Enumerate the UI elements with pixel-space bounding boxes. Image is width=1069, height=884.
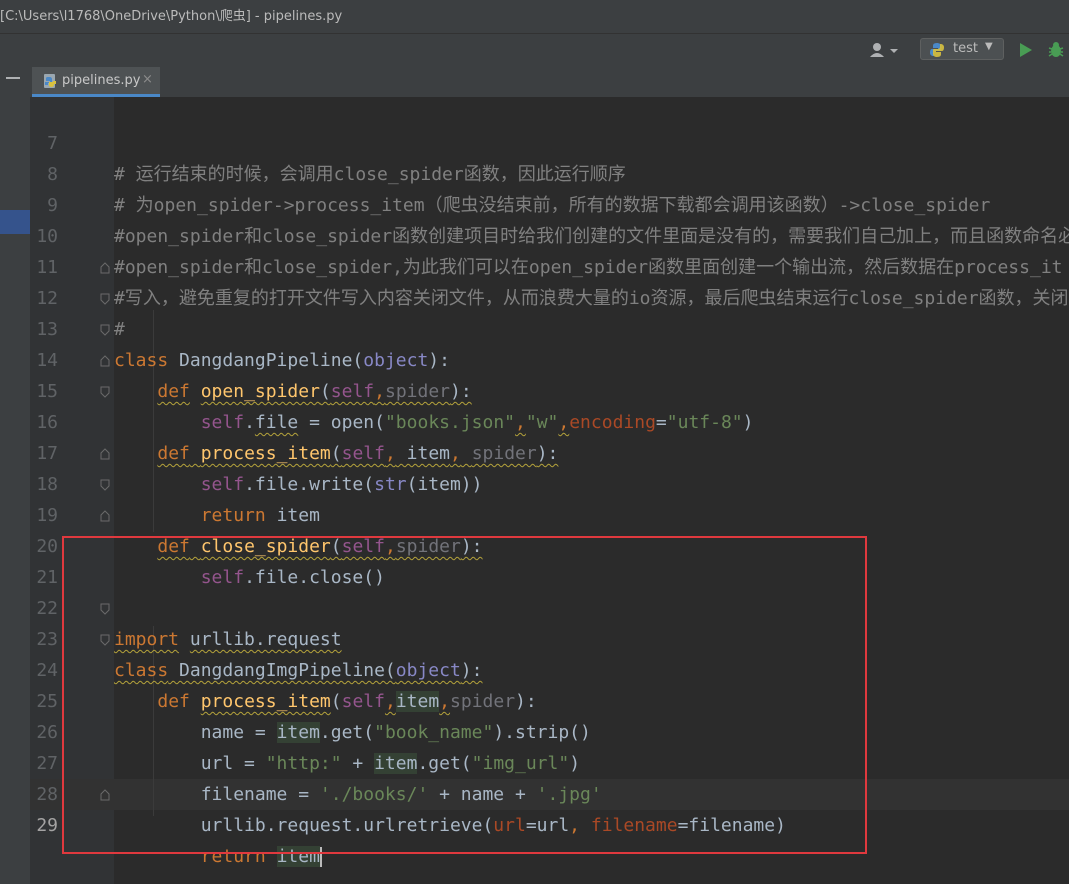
code-line: 19 def close_spider(self,spider):	[0, 469, 1069, 557]
annotation-highlight-box	[62, 536, 867, 854]
fold-start-icon[interactable]	[100, 324, 110, 336]
close-icon[interactable]: ×	[142, 72, 153, 87]
code-line: 20 self.file.close()	[0, 500, 1069, 588]
debug-icon[interactable]	[1046, 40, 1066, 60]
fold-end-icon[interactable]	[100, 448, 110, 460]
editor-tab-bar: pipelines.py ×	[0, 67, 1069, 98]
tab-pipelines-py[interactable]: pipelines.py ×	[32, 67, 160, 97]
code-line: 18 return item	[0, 438, 1069, 526]
python-icon	[929, 42, 945, 58]
window-title-bar: [C:\Users\l1768\OneDrive\Python\爬虫] - pi…	[0, 0, 1069, 33]
fold-start-icon[interactable]	[100, 386, 110, 398]
fold-start-icon[interactable]	[100, 293, 110, 305]
code-line: 11 #写入，避免重复的打开文件写入内容关闭文件，从而浪费大量的io资源，最后爬…	[0, 221, 1069, 309]
code-line: 8 # 为open_spider->process_item（爬虫没结束前，所有…	[0, 128, 1069, 216]
tab-label: pipelines.py	[62, 73, 141, 88]
code-line: 16 def process_item(self, item, spider):	[0, 376, 1069, 464]
fold-end-icon[interactable]	[100, 510, 110, 522]
chevron-down-icon: ▼	[985, 41, 993, 52]
code-line: 13 class DangdangPipeline(object):	[0, 283, 1069, 371]
window-title: [C:\Users\l1768\OneDrive\Python\爬虫] - pi…	[0, 9, 343, 24]
code-line: 15 self.file = open("books.json","w",enc…	[0, 345, 1069, 433]
code-line: 12 #	[0, 252, 1069, 340]
fold-start-icon[interactable]	[100, 479, 110, 491]
code-line: 9 #open_spider和close_spider函数创建项目时给我们创建的…	[0, 159, 1069, 247]
fold-end-icon[interactable]	[100, 262, 110, 274]
code-line: 14 def open_spider(self,spider):	[0, 314, 1069, 402]
code-line: 10 #open_spider和close_spider,为此我们可以在open…	[0, 190, 1069, 278]
fold-end-icon[interactable]	[100, 355, 110, 367]
user-icon[interactable]	[868, 41, 902, 61]
code-line: 17 self.file.write(str(item))	[0, 407, 1069, 495]
main-toolbar: test ▼	[0, 33, 1069, 67]
line-number: 29	[36, 815, 58, 836]
run-config-label: test	[953, 41, 978, 56]
python-file-icon	[42, 73, 58, 89]
code-line: 7 # 运行结束的时候，会调用close_spider函数，因此运行顺序	[0, 97, 1069, 185]
collapse-icon[interactable]	[6, 77, 20, 79]
run-icon[interactable]	[1018, 41, 1034, 59]
run-config-dropdown[interactable]: test ▼	[920, 38, 1004, 60]
